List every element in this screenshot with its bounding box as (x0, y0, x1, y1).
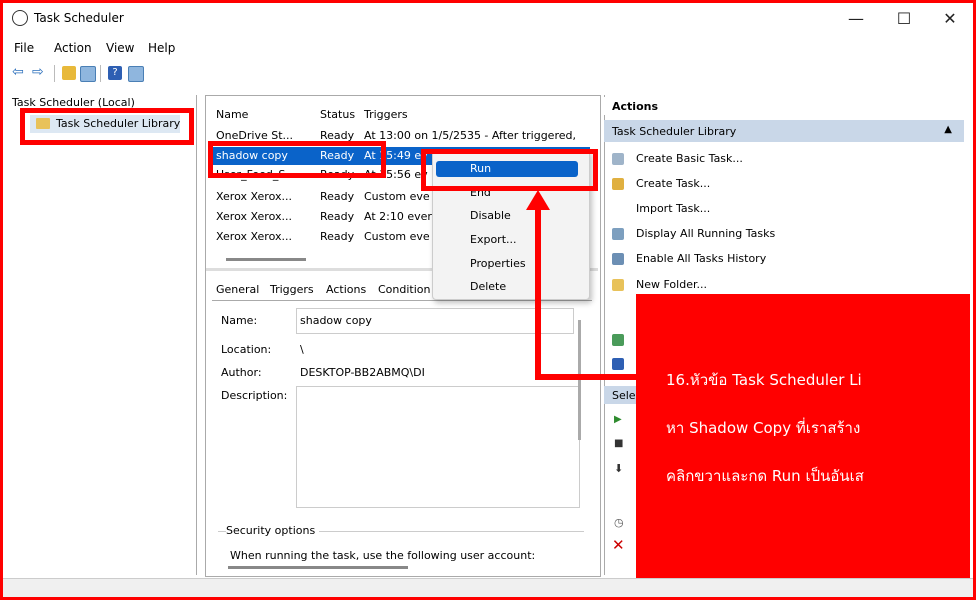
forward-icon[interactable]: ⇨ (32, 64, 44, 80)
selected-item-label: Sele (612, 389, 636, 402)
task-trigger: Custom eve (364, 190, 430, 203)
column-header-status[interactable]: Status (320, 108, 355, 121)
horizontal-scrollbar[interactable] (226, 258, 306, 261)
description-textbox[interactable] (296, 386, 580, 508)
create-basic-task-icon (612, 153, 624, 165)
library-highlight-box (20, 108, 194, 145)
field-label-author: Author: (221, 366, 262, 379)
tab-conditions[interactable]: Condition (378, 283, 431, 296)
actions-section-label: Task Scheduler Library (612, 125, 737, 138)
action-enable-history[interactable]: Enable All Tasks History (636, 252, 766, 265)
field-value-author: DESKTOP-BB2ABMQ\DI (300, 366, 425, 379)
toolbar-separator (54, 65, 55, 82)
minimize-button[interactable]: — (836, 6, 876, 32)
back-icon[interactable]: ⇦ (12, 64, 24, 80)
maximize-button[interactable]: ☐ (884, 6, 924, 32)
task-name[interactable]: Xerox Xerox... (216, 230, 292, 243)
context-item-disable[interactable]: Disable (470, 209, 511, 222)
disable-icon[interactable]: ⬇ (614, 462, 623, 475)
task-name[interactable]: Xerox Xerox... (216, 190, 292, 203)
refresh-icon[interactable] (612, 334, 624, 346)
collapse-arrow-icon[interactable]: ▲ (944, 124, 952, 135)
task-status: Ready (320, 210, 355, 223)
running-tasks-icon (612, 228, 624, 240)
action-display-running[interactable]: Display All Running Tasks (636, 227, 775, 240)
column-header-triggers[interactable]: Triggers (364, 108, 408, 121)
action-create-task[interactable]: Create Task... (636, 177, 710, 190)
task-name[interactable]: Xerox Xerox... (216, 210, 292, 223)
action-import-task[interactable]: Import Task... (636, 202, 710, 215)
detail-hscrollbar[interactable] (228, 566, 408, 569)
console-tree (6, 95, 197, 575)
close-button[interactable]: ✕ (930, 6, 970, 32)
tab-general[interactable]: General (216, 283, 259, 296)
task-highlight-box (208, 141, 386, 178)
toolbar-separator (100, 65, 101, 82)
folder-up-icon[interactable] (62, 66, 76, 80)
task-trigger: Custom eve (364, 230, 430, 243)
end-icon[interactable]: ■ (614, 438, 623, 449)
action-new-folder[interactable]: New Folder... (636, 278, 707, 291)
annotation-line-3: คลิกขวาและกด Run เป็นอันเส (666, 467, 864, 485)
field-label-location: Location: (221, 343, 272, 356)
menu-action[interactable]: Action (54, 41, 92, 55)
field-value-location: \ (300, 343, 304, 356)
task-trigger: At 2:10 every (364, 210, 439, 223)
properties-icon[interactable]: ◷ (614, 516, 624, 529)
context-item-delete[interactable]: Delete (470, 280, 506, 293)
menu-help[interactable]: Help (148, 41, 175, 55)
detail-scrollbar[interactable] (578, 320, 581, 440)
annotation-box: 16.หัวข้อ Task Scheduler Li หา Shadow Co… (636, 294, 970, 578)
task-status: Ready (320, 190, 355, 203)
show-hide-action-pane-icon[interactable] (128, 66, 144, 82)
help-action-icon[interactable] (612, 358, 624, 370)
status-bar (0, 578, 976, 597)
task-trigger: At 13:00 on 1/5/2535 - After triggered, (364, 129, 576, 142)
field-label-description: Description: (221, 389, 288, 402)
title-bar (0, 0, 976, 38)
annotation-line-2: หา Shadow Copy ที่เราสร้าง (666, 419, 861, 437)
new-folder-icon (612, 279, 624, 291)
annotation-line-1: 16.หัวข้อ Task Scheduler Li (666, 371, 862, 389)
column-header-name[interactable]: Name (216, 108, 248, 121)
actions-header: Actions (604, 97, 970, 115)
tab-actions[interactable]: Actions (326, 283, 366, 296)
context-item-export[interactable]: Export... (470, 233, 517, 246)
actions-section-header[interactable]: Task Scheduler Library ▲ (604, 120, 964, 142)
task-status: Ready (320, 230, 355, 243)
field-value-name: shadow copy (300, 314, 372, 327)
history-icon (612, 253, 624, 265)
menu-file[interactable]: File (14, 41, 34, 55)
selected-item-section[interactable]: Sele (604, 386, 636, 404)
action-create-basic-task[interactable]: Create Basic Task... (636, 152, 743, 165)
run-icon[interactable]: ▶ (614, 414, 622, 425)
create-task-icon (612, 178, 624, 190)
annotation-arrow-connector (535, 374, 637, 380)
window-title: Task Scheduler (34, 11, 124, 25)
help-icon[interactable]: ? (108, 66, 122, 80)
delete-icon[interactable]: ✕ (612, 536, 625, 554)
annotation-arrow-head (526, 190, 550, 210)
security-options-text: When running the task, use the following… (230, 549, 536, 562)
actions-header-label: Actions (612, 100, 658, 113)
tab-triggers[interactable]: Triggers (270, 283, 314, 296)
context-item-properties[interactable]: Properties (470, 257, 526, 270)
field-label-name: Name: (221, 314, 258, 327)
clock-icon (12, 10, 28, 26)
security-options-title: Security options (226, 524, 320, 537)
menu-view[interactable]: View (106, 41, 134, 55)
show-hide-tree-icon[interactable] (80, 66, 96, 82)
annotation-arrow-shaft (535, 208, 541, 380)
run-highlight-box (421, 149, 598, 191)
